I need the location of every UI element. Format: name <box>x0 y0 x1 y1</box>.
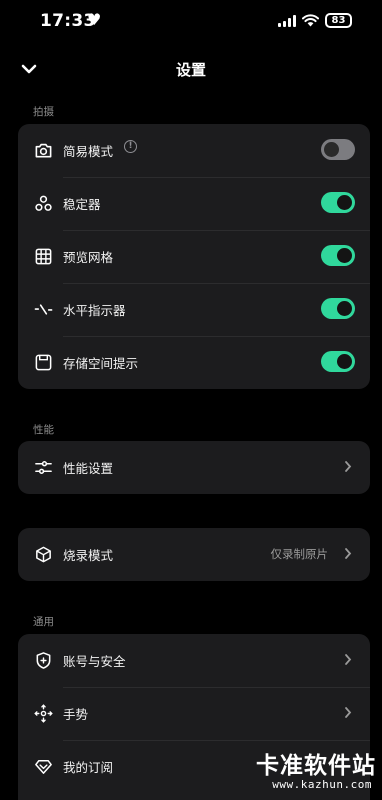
level-indicator-toggle[interactable] <box>321 298 355 319</box>
camera-icon <box>35 143 52 158</box>
stabilizer-icon <box>35 195 52 211</box>
page-title: 设置 <box>175 61 206 79</box>
section-label-capture: 拍摄 <box>33 106 54 118</box>
performance-card: 性能设置 <box>18 441 370 494</box>
setting-row-account-security[interactable]: 账号与安全 <box>18 634 370 687</box>
cellular-signal-icon <box>278 14 296 27</box>
info-icon[interactable]: ! <box>124 140 137 153</box>
level-indicator-icon <box>34 304 53 315</box>
setting-row-burn-mode[interactable]: 烧录模式 仅录制原片 <box>18 528 370 581</box>
battery-indicator: 83 <box>325 13 352 28</box>
setting-label: 烧录模式 <box>63 548 114 563</box>
heart-icon: ♥ <box>87 10 102 29</box>
section-label-performance: 性能 <box>33 424 54 436</box>
chevron-right-icon <box>345 461 352 472</box>
shield-icon <box>36 652 51 669</box>
setting-row-gestures[interactable]: 手势 <box>18 687 370 740</box>
status-indicators: 83 <box>278 13 352 28</box>
sliders-icon <box>35 461 52 474</box>
section-label-general: 通用 <box>33 616 54 628</box>
storage-icon <box>35 354 52 371</box>
wifi-icon <box>302 14 319 27</box>
watermark-logo-text: 卡准软件站 <box>256 753 376 779</box>
burn-mode-card: 烧录模式 仅录制原片 <box>18 528 370 581</box>
setting-label: 简易模式 <box>63 144 114 159</box>
watermark-url: www.kazhun.com <box>272 778 372 791</box>
setting-row-easy-mode[interactable]: 简易模式 ! <box>18 124 370 177</box>
setting-label: 手势 <box>63 707 89 722</box>
setting-label: 水平指示器 <box>63 303 126 318</box>
setting-label: 预览网格 <box>63 250 114 265</box>
setting-row-preview-grid[interactable]: 预览网格 <box>18 230 370 283</box>
chevron-right-icon <box>345 548 352 559</box>
setting-label: 性能设置 <box>63 461 114 476</box>
header: 设置 <box>0 52 382 86</box>
easy-mode-toggle[interactable] <box>321 139 355 160</box>
burn-mode-value: 仅录制原片 <box>270 547 329 561</box>
setting-row-level-indicator[interactable]: 水平指示器 <box>18 283 370 336</box>
grid-icon <box>35 248 52 265</box>
setting-row-stabilizer[interactable]: 稳定器 <box>18 177 370 230</box>
diamond-icon <box>35 760 52 774</box>
capture-settings-card: 简易模式 ! 稳定器 预览网格 水平指示器 存储空间提示 <box>18 124 370 389</box>
setting-label: 账号与安全 <box>63 654 126 669</box>
setting-label: 存储空间提示 <box>63 356 139 371</box>
setting-row-storage-reminder[interactable]: 存储空间提示 <box>18 336 370 389</box>
setting-row-performance[interactable]: 性能设置 <box>18 441 370 494</box>
preview-grid-toggle[interactable] <box>321 245 355 266</box>
setting-label: 稳定器 <box>63 197 101 212</box>
setting-label: 我的订阅 <box>63 760 114 775</box>
stabilizer-toggle[interactable] <box>321 192 355 213</box>
chevron-right-icon <box>345 654 352 665</box>
box-icon <box>36 546 51 563</box>
storage-reminder-toggle[interactable] <box>321 351 355 372</box>
status-bar: 17:33 ♥ 83 <box>0 0 382 44</box>
chevron-right-icon <box>345 707 352 718</box>
gesture-move-icon <box>34 704 53 723</box>
